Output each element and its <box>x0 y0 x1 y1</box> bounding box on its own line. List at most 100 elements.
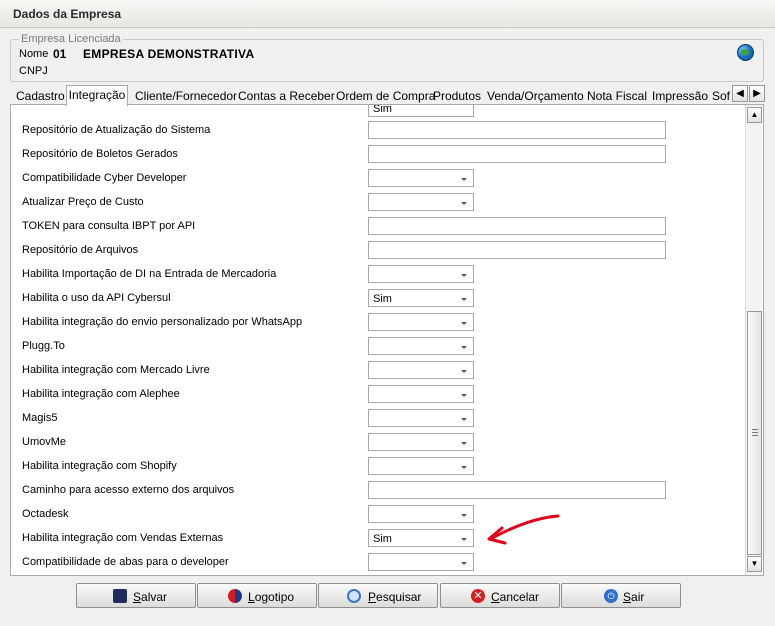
umovme-combo[interactable] <box>368 433 474 451</box>
button-bar: Salvar Logotipo Pesquisar ✕ Cancelar ⏻ S… <box>0 583 775 609</box>
form-row: Habilita o uso da API Cybersul Sim <box>11 287 741 311</box>
form-row: Repositório de Arquivos <box>11 239 741 263</box>
mercado-livre-combo[interactable] <box>368 361 474 379</box>
form-row: Habilita integração com Alephee <box>11 383 741 407</box>
caminho-externo-input[interactable] <box>368 481 666 499</box>
plugg-to-combo[interactable] <box>368 337 474 355</box>
chevron-down-icon <box>461 562 467 565</box>
field-label: Habilita o uso da API Cybersul <box>22 292 171 304</box>
scroll-up-icon[interactable]: ▲ <box>747 107 762 123</box>
chevron-down-icon <box>461 202 467 205</box>
chevron-down-icon <box>461 514 467 517</box>
chevron-down-icon <box>461 442 467 445</box>
empresa-group: Empresa Licenciada Nome 01 EMPRESA DEMON… <box>10 33 764 82</box>
salvar-button[interactable]: Salvar <box>76 583 196 608</box>
form-row: UmovMe <box>11 431 741 455</box>
atualizar-preco-combo[interactable] <box>368 193 474 211</box>
title-bar: Dados da Empresa <box>0 0 775 28</box>
save-disk-icon <box>113 589 127 603</box>
integration-panel: Sim Repositório de Atualização do Sistem… <box>10 105 764 576</box>
chevron-down-icon <box>461 346 467 349</box>
tab-strip: Cadastro Integração Cliente/Fornecedor C… <box>10 85 732 106</box>
abas-developer-combo[interactable] <box>368 553 474 571</box>
tab-scroll-right-icon[interactable]: ▶ <box>749 85 765 102</box>
form-row: Compatibilidade de abas para o developer <box>11 551 741 575</box>
field-label: Repositório de Arquivos <box>22 244 139 256</box>
tab-nota-fiscal[interactable]: Nota Fiscal <box>587 87 647 105</box>
partial-combo[interactable]: Sim <box>368 105 474 117</box>
field-label: Octadesk <box>22 508 69 520</box>
grip-icon <box>752 429 758 436</box>
token-ibpt-input[interactable] <box>368 217 666 235</box>
chevron-down-icon <box>461 322 467 325</box>
form-row: Caminho para acesso externo dos arquivos <box>11 479 741 503</box>
vendas-externas-combo[interactable]: Sim <box>368 529 474 547</box>
chevron-down-icon <box>461 466 467 469</box>
cyber-developer-combo[interactable] <box>368 169 474 187</box>
field-label: Caminho para acesso externo dos arquivos <box>22 484 235 496</box>
tab-bar: Cadastro Integração Cliente/Fornecedor C… <box>10 85 765 106</box>
tab-contas-a-receber[interactable]: Contas a Receber <box>238 87 335 105</box>
chevron-down-icon <box>461 298 467 301</box>
api-cybersul-combo[interactable]: Sim <box>368 289 474 307</box>
form-row: Habilita integração com Mercado Livre <box>11 359 741 383</box>
field-label: Plugg.To <box>22 340 65 352</box>
field-label: Habilita integração com Vendas Externas <box>22 532 224 544</box>
cancel-icon: ✕ <box>471 589 485 603</box>
search-icon <box>347 589 361 603</box>
field-label: Repositório de Atualização do Sistema <box>22 124 211 136</box>
tab-venda-orcamento[interactable]: Venda/Orçamento <box>487 87 584 105</box>
repositorio-boletos-input[interactable] <box>368 145 666 163</box>
field-label: Repositório de Boletos Gerados <box>22 148 178 160</box>
chevron-down-icon <box>461 370 467 373</box>
tab-cliente-fornecedor[interactable]: Cliente/Fornecedor <box>135 87 237 105</box>
chevron-down-icon <box>461 538 467 541</box>
sair-button[interactable]: ⏻ Sair <box>561 583 681 608</box>
empresa-code: 01 <box>53 47 67 61</box>
repositorio-arquivos-input[interactable] <box>368 241 666 259</box>
form-row: TOKEN para consulta IBPT por API <box>11 215 741 239</box>
annotation-arrow-icon <box>487 514 560 545</box>
pesquisar-button[interactable]: Pesquisar <box>318 583 438 608</box>
tab-impressao[interactable]: Impressão <box>652 87 708 105</box>
vertical-scrollbar[interactable]: ▲ ▼ <box>745 105 762 575</box>
tab-scroll-left-icon[interactable]: ◀ <box>732 85 748 102</box>
octadesk-combo[interactable] <box>368 505 474 523</box>
form-row: Repositório de Boletos Gerados <box>11 143 741 167</box>
scroll-down-icon[interactable]: ▼ <box>747 556 762 572</box>
form-row: Atualizar Preço de Custo <box>11 191 741 215</box>
nome-label: Nome <box>19 48 49 60</box>
power-icon: ⏻ <box>604 589 618 603</box>
logotipo-button[interactable]: Logotipo <box>197 583 317 608</box>
tab-cadastro[interactable]: Cadastro <box>16 87 65 105</box>
cnpj-label: CNPJ <box>19 65 48 77</box>
magis5-combo[interactable] <box>368 409 474 427</box>
importacao-di-combo[interactable] <box>368 265 474 283</box>
globe-icon[interactable] <box>737 44 754 61</box>
whatsapp-combo[interactable] <box>368 313 474 331</box>
repositorio-atualizacao-input[interactable] <box>368 121 666 139</box>
field-label: Habilita Importação de DI na Entrada de … <box>22 268 277 280</box>
form-row: Compatibilidade Cyber Developer <box>11 167 741 191</box>
chevron-down-icon <box>461 418 467 421</box>
tab-sof[interactable]: Sof <box>712 87 730 105</box>
window-title: Dados da Empresa <box>13 7 122 21</box>
chevron-down-icon <box>461 178 467 181</box>
alephee-combo[interactable] <box>368 385 474 403</box>
group-legend: Empresa Licenciada <box>19 33 123 45</box>
field-label: Compatibilidade Cyber Developer <box>22 172 187 184</box>
field-label: Habilita integração do envio personaliza… <box>22 316 303 328</box>
field-label: UmovMe <box>22 436 67 448</box>
form-row: Plugg.To <box>11 335 741 359</box>
tab-produtos[interactable]: Produtos <box>433 87 481 105</box>
cancelar-button[interactable]: ✕ Cancelar <box>440 583 560 608</box>
chevron-down-icon <box>461 274 467 277</box>
tab-ordem-de-compra[interactable]: Ordem de Compra <box>336 87 435 105</box>
shopify-combo[interactable] <box>368 457 474 475</box>
field-label: Compatibilidade de abas para o developer <box>22 556 229 568</box>
scrollbar-thumb[interactable] <box>747 311 762 555</box>
tab-integracao[interactable]: Integração <box>66 85 128 106</box>
form-row: Magis5 <box>11 407 741 431</box>
field-label: Habilita integração com Alephee <box>22 388 180 400</box>
logo-icon <box>228 589 242 603</box>
